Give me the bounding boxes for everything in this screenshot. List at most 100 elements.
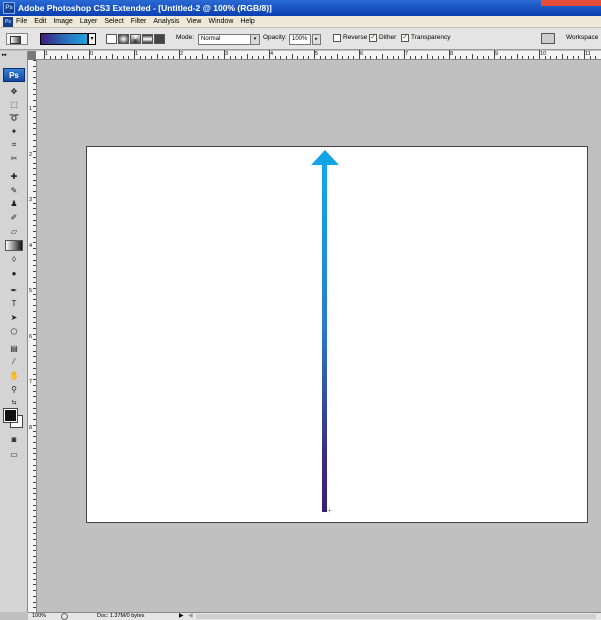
ruler-tick (105, 56, 107, 59)
menu-edit[interactable]: Edit (34, 18, 46, 25)
ruler-tick (302, 56, 304, 59)
tool-preset-picker[interactable] (6, 33, 28, 45)
menu-help[interactable]: Help (240, 18, 254, 25)
menu-analysis[interactable]: Analysis (153, 18, 179, 25)
screen-mode-icon[interactable]: ▭ (5, 449, 23, 460)
ruler-tick (33, 60, 36, 61)
ruler-tick (33, 521, 36, 523)
gradient-swatch[interactable] (40, 33, 88, 45)
window-control-strip[interactable] (541, 0, 601, 6)
ruler-tick (33, 105, 36, 107)
reverse-label: Reverse (343, 34, 368, 41)
document-canvas[interactable] (86, 146, 588, 523)
status-bar: 100% Doc: 1.37M/0 bytes ▶ ◀ (28, 612, 601, 620)
status-menu-arrow[interactable]: ▶ (179, 613, 184, 620)
lasso-tool-icon[interactable]: ➰ (5, 112, 23, 123)
ruler-label: 1 (135, 51, 139, 57)
dodge-tool-icon[interactable]: ● (5, 268, 23, 279)
eyedropper-tool-icon[interactable]: ⁄ (5, 356, 23, 367)
menu-window[interactable]: Window (208, 18, 233, 25)
ruler-tick (33, 293, 36, 295)
ruler-tick (319, 56, 321, 59)
foreground-color-swatch[interactable] (3, 408, 18, 423)
ruler-tick (33, 65, 36, 67)
ruler-tick (33, 276, 36, 278)
ruler-tick (246, 54, 248, 59)
blur-tool-icon[interactable]: ◊ (5, 254, 23, 265)
menu-layer[interactable]: Layer (80, 18, 98, 25)
panel-grip-icon[interactable]: ▸▸ (2, 52, 24, 58)
ruler-tick (33, 145, 36, 147)
ruler-tick (584, 50, 585, 59)
ruler-tick (235, 56, 237, 59)
ruler-tick (443, 56, 445, 59)
opacity-input[interactable]: 100% (289, 34, 311, 45)
angle-gradient-button[interactable] (130, 34, 141, 44)
diamond-gradient-button[interactable] (154, 34, 165, 44)
photoshop-logo[interactable]: Ps (3, 68, 25, 82)
marquee-tool-icon[interactable]: ⬚ (5, 99, 23, 110)
workspace-button[interactable]: Workspace (566, 34, 598, 41)
ruler-tick (314, 50, 315, 59)
ruler-label: 7 (405, 51, 409, 57)
reverse-checkbox[interactable] (333, 34, 341, 42)
ruler-tick (33, 538, 36, 540)
scroll-left-arrow[interactable]: ◀ (188, 613, 193, 620)
dither-label: Dither (379, 34, 397, 41)
ruler-label: 5 (29, 288, 33, 294)
menu-file[interactable]: File (16, 18, 27, 25)
ruler-tick (33, 607, 36, 609)
healing-brush-tool-icon[interactable]: ✚ (5, 171, 23, 182)
linear-gradient-button[interactable] (106, 34, 117, 44)
ruler-tick (347, 56, 349, 59)
quick-mask-icon[interactable]: ◙ (5, 434, 23, 445)
type-tool-icon[interactable]: T (5, 298, 23, 309)
ruler-tick (291, 54, 293, 59)
ruler-tick (33, 134, 36, 136)
gradient-tool-icon[interactable] (5, 240, 23, 251)
move-tool-icon[interactable]: ✥ (5, 86, 23, 97)
brush-tool-icon[interactable]: ✎ (5, 185, 23, 196)
reflected-gradient-button[interactable] (142, 34, 153, 44)
menu-image[interactable]: Image (53, 18, 72, 25)
history-brush-tool-icon[interactable]: ✐ (5, 212, 23, 223)
transparency-checkbox[interactable]: ✓ (401, 34, 409, 42)
workspace-icon[interactable] (541, 33, 555, 44)
slice-tool-icon[interactable]: ✂ (5, 153, 23, 164)
opacity-label: Opacity: (263, 34, 287, 41)
menu-select[interactable]: Select (104, 18, 123, 25)
menu-filter[interactable]: Filter (131, 18, 147, 25)
opacity-slider-arrow[interactable]: ▸ (312, 34, 321, 45)
hand-tool-icon[interactable]: ✋ (5, 370, 23, 381)
ruler-tick (111, 54, 113, 59)
ruler-label: 7 (29, 379, 33, 385)
mode-label: Mode: (176, 34, 195, 41)
zoom-tool-icon[interactable]: ⚲ (5, 384, 23, 395)
dither-checkbox[interactable]: ✓ (369, 34, 377, 42)
crop-tool-icon[interactable]: ⌗ (5, 139, 23, 150)
ruler-tick (134, 50, 135, 59)
radial-gradient-button[interactable] (118, 34, 129, 44)
ruler-tick (33, 185, 36, 187)
shape-tool-icon[interactable]: ⬠ (5, 326, 23, 337)
pen-tool-icon[interactable]: ✒ (5, 285, 23, 296)
ruler-tick (33, 555, 36, 557)
eraser-tool-icon[interactable]: ▱ (5, 226, 23, 237)
mode-select[interactable]: Normal ▾ (198, 34, 260, 45)
ruler-tick (94, 56, 96, 59)
gradient-picker-dropdown[interactable]: ▾ (88, 33, 96, 45)
horizontal-scrollbar[interactable] (196, 614, 596, 619)
menu-view[interactable]: View (186, 18, 201, 25)
zoom-level[interactable]: 100% (32, 613, 46, 620)
ruler-tick (33, 453, 36, 455)
ruler-tick (33, 236, 36, 238)
notes-tool-icon[interactable]: ▤ (5, 343, 23, 354)
magic-wand-tool-icon[interactable]: ✦ (5, 126, 23, 137)
ruler-label: 4 (29, 242, 33, 249)
ruler-tick (33, 595, 36, 597)
clone-stamp-tool-icon[interactable]: ♟ (5, 198, 23, 209)
status-info-icon[interactable] (61, 613, 68, 620)
swap-colors-icon[interactable]: ⇆ (5, 398, 23, 409)
document-icon[interactable]: Ps (3, 16, 13, 27)
path-selection-tool-icon[interactable]: ➤ (5, 312, 23, 323)
